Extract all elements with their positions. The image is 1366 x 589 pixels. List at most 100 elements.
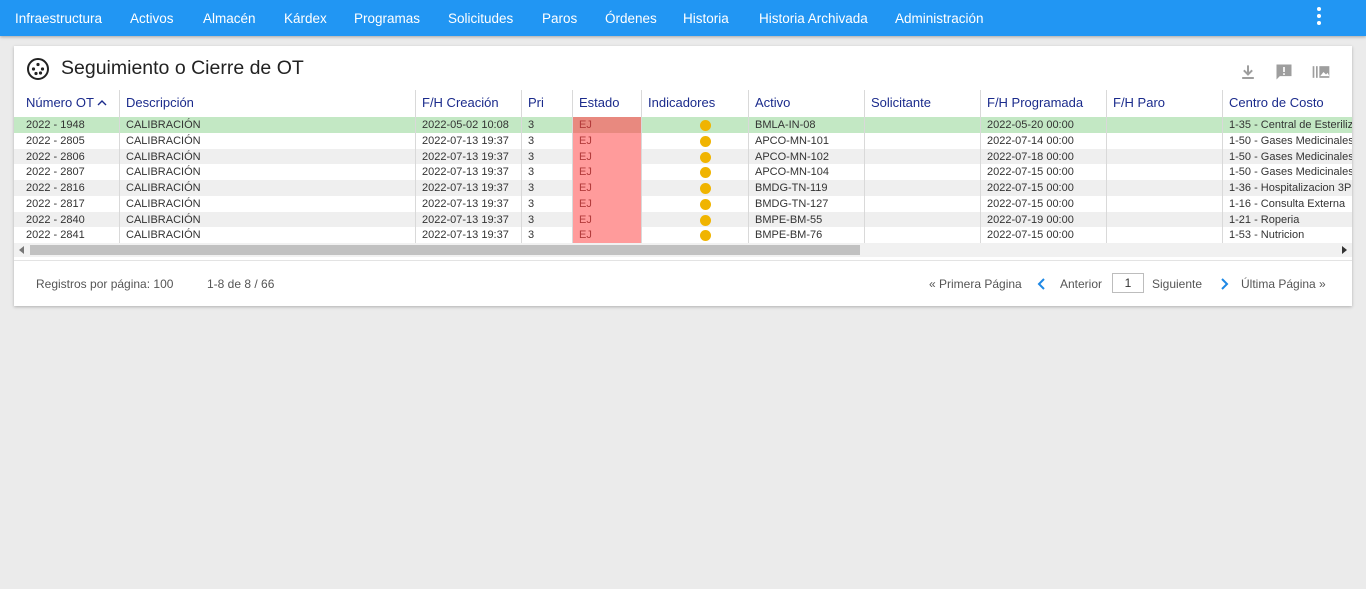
- scroll-left-icon[interactable]: [18, 246, 26, 254]
- cell-fh-programada: 2022-07-15 00:00: [980, 227, 1106, 244]
- cell-fh-paro: [1106, 195, 1222, 212]
- cell-activo: BMDG-TN-119: [748, 180, 864, 196]
- gallery-icon[interactable]: [1310, 62, 1332, 82]
- cell-descripcion: CALIBRACIÓN: [119, 211, 415, 228]
- nav-item-administracion[interactable]: Administración: [895, 0, 984, 36]
- top-nav-bar: Infraestructura Activos Almacén Kárdex P…: [0, 0, 1366, 36]
- records-per-page[interactable]: Registros por página: 100: [36, 277, 173, 291]
- chevron-right-icon[interactable]: [1219, 278, 1229, 290]
- nav-item-ordenes[interactable]: Órdenes: [605, 0, 657, 36]
- cell-estado: EJ: [572, 180, 641, 196]
- cell-centro-de-costo: 1-50 - Gases Medicinales: [1222, 148, 1352, 165]
- col-header-fh-paro[interactable]: F/H Paro: [1106, 90, 1222, 117]
- col-header-centro-de-costo[interactable]: Centro de Costo: [1222, 90, 1352, 117]
- table-row[interactable]: 2022 - 2806 CALIBRACIÓN 2022-07-13 19:37 3 E…: [14, 148, 1352, 165]
- cell-fh-paro: [1106, 180, 1222, 196]
- scrollbar-thumb[interactable]: [30, 245, 860, 255]
- cell-pri: 3: [521, 227, 572, 244]
- cell-pri: 3: [521, 164, 572, 181]
- col-header-fh-creacion[interactable]: F/H Creación: [415, 90, 521, 117]
- cell-centro-de-costo: 1-53 - Nutricion: [1222, 227, 1352, 244]
- cell-centro-de-costo: 1-50 - Gases Medicinales: [1222, 164, 1352, 181]
- cell-pri: 3: [521, 180, 572, 196]
- table-row[interactable]: 2022 - 2841 CALIBRACIÓN 2022-07-13 19:37 3 E…: [14, 227, 1352, 244]
- table-header: Número OT Descripción F/H Creación Pri E…: [14, 90, 1352, 118]
- cell-fh-programada: 2022-07-18 00:00: [980, 148, 1106, 165]
- nav-item-programas[interactable]: Programas: [354, 0, 420, 36]
- cell-activo: APCO-MN-102: [748, 148, 864, 165]
- cell-fh-paro: [1106, 117, 1222, 133]
- cell-solicitante: [864, 227, 980, 244]
- nav-item-paros[interactable]: Paros: [542, 0, 577, 36]
- table-row[interactable]: 2022 - 2817 CALIBRACIÓN 2022-07-13 19:37 3 E…: [14, 195, 1352, 212]
- cell-indicadores: [641, 148, 748, 165]
- cell-centro-de-costo: 1-50 - Gases Medicinales: [1222, 132, 1352, 149]
- first-page-link[interactable]: « Primera Página: [929, 277, 1022, 291]
- status-indicator-icon: [700, 198, 711, 210]
- cell-fh-programada: 2022-05-20 00:00: [980, 117, 1106, 133]
- feedback-icon[interactable]: [1274, 62, 1294, 82]
- cell-centro-de-costo: 1-16 - Consulta Externa: [1222, 195, 1352, 212]
- nav-item-historia[interactable]: Historia: [683, 0, 729, 36]
- cell-activo: BMPE-BM-55: [748, 211, 864, 228]
- cell-descripcion: CALIBRACIÓN: [119, 180, 415, 196]
- col-header-estado[interactable]: Estado: [572, 90, 641, 117]
- cell-estado: EJ: [572, 117, 641, 133]
- col-header-indicadores[interactable]: Indicadores: [641, 90, 748, 117]
- cell-estado: EJ: [572, 211, 641, 228]
- cell-numero-ot: 2022 - 2816: [26, 182, 85, 194]
- table-row[interactable]: 2022 - 1948 CALIBRACIÓN 2022-05-02 10:08 3 E…: [14, 117, 1352, 133]
- last-page-link[interactable]: Última Página »: [1241, 277, 1326, 291]
- nav-item-kardex[interactable]: Kárdex: [284, 0, 327, 36]
- page-number-input[interactable]: 1: [1112, 273, 1144, 293]
- scroll-right-icon[interactable]: [1340, 246, 1348, 254]
- nav-item-solicitudes[interactable]: Solicitudes: [448, 0, 513, 36]
- more-vert-icon[interactable]: [1312, 6, 1328, 28]
- download-icon[interactable]: [1238, 62, 1258, 82]
- cell-estado: EJ: [572, 132, 641, 149]
- status-indicator-icon: [700, 230, 711, 242]
- horizontal-scrollbar[interactable]: [14, 243, 1352, 257]
- cell-fh-creacion: 2022-07-13 19:37: [415, 164, 521, 181]
- cell-descripcion: CALIBRACIÓN: [119, 148, 415, 165]
- cell-fh-creacion: 2022-07-13 19:37: [415, 211, 521, 228]
- cell-solicitante: [864, 180, 980, 196]
- nav-item-activos[interactable]: Activos: [130, 0, 174, 36]
- table-row[interactable]: 2022 - 2816 CALIBRACIÓN 2022-07-13 19:37 3 E…: [14, 180, 1352, 196]
- page-title: Seguimiento o Cierre de OT: [61, 57, 304, 79]
- col-header-descripcion[interactable]: Descripción: [119, 90, 415, 117]
- cell-activo: BMDG-TN-127: [748, 195, 864, 212]
- cell-fh-paro: [1106, 227, 1222, 244]
- cell-fh-paro: [1106, 132, 1222, 149]
- disc-icon: [27, 58, 49, 80]
- cell-activo: APCO-MN-101: [748, 132, 864, 149]
- col-header-solicitante[interactable]: Solicitante: [864, 90, 980, 117]
- previous-page-link[interactable]: Anterior: [1060, 277, 1102, 291]
- ot-table: Número OT Descripción F/H Creación Pri E…: [14, 90, 1352, 245]
- nav-item-almacen[interactable]: Almacén: [203, 0, 256, 36]
- table-row[interactable]: 2022 - 2807 CALIBRACIÓN 2022-07-13 19:37 3 E…: [14, 164, 1352, 181]
- nav-item-historia-archivada[interactable]: Historia Archivada: [759, 0, 868, 36]
- cell-estado: EJ: [572, 227, 641, 244]
- cell-pri: 3: [521, 117, 572, 133]
- nav-item-infraestructura[interactable]: Infraestructura: [15, 0, 102, 36]
- cell-numero-ot: 2022 - 2806: [26, 150, 85, 163]
- next-page-link[interactable]: Siguiente: [1152, 277, 1202, 291]
- chevron-left-icon[interactable]: [1037, 278, 1047, 290]
- cell-pri: 3: [521, 211, 572, 228]
- col-header-fh-programada[interactable]: F/H Programada: [980, 90, 1106, 117]
- col-header-pri[interactable]: Pri: [521, 90, 572, 117]
- cell-numero-ot: 2022 - 2807: [26, 166, 85, 179]
- col-header-numero-ot[interactable]: Número OT: [20, 90, 120, 117]
- cell-pri: 3: [521, 195, 572, 212]
- cell-pri: 3: [521, 148, 572, 165]
- cell-numero-ot: 2022 - 2841: [26, 229, 85, 242]
- table-row[interactable]: 2022 - 2840 CALIBRACIÓN 2022-07-13 19:37 3 E…: [14, 211, 1352, 228]
- cell-descripcion: CALIBRACIÓN: [119, 132, 415, 149]
- cell-fh-programada: 2022-07-15 00:00: [980, 195, 1106, 212]
- cell-solicitante: [864, 164, 980, 181]
- status-indicator-icon: [700, 135, 711, 147]
- table-row[interactable]: 2022 - 2805 CALIBRACIÓN 2022-07-13 19:37 3 E…: [14, 132, 1352, 149]
- cell-fh-paro: [1106, 164, 1222, 181]
- col-header-activo[interactable]: Activo: [748, 90, 864, 117]
